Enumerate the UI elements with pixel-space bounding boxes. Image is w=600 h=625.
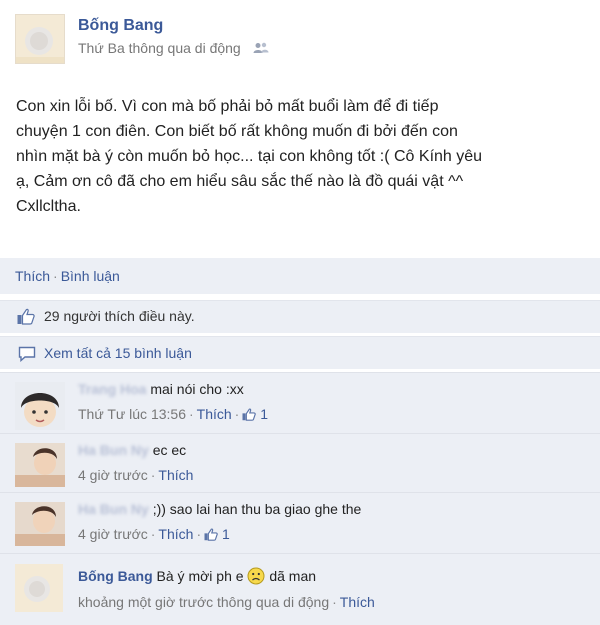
comment-text-suffix: dã man [269,568,317,584]
post-header: Bống Bang Thứ Ba thông qua di động [0,0,600,80]
post-timestamp[interactable]: Thứ Ba thông qua di động [78,40,241,56]
post-meta: Thứ Ba thông qua di động [78,40,269,57]
comment-time[interactable]: 4 giờ trước [78,467,148,483]
commenter-avatar[interactable] [15,502,65,546]
view-all-comments-link[interactable]: Xem tất cả 15 bình luận [44,345,192,361]
commenter-avatar[interactable] [15,382,65,430]
commenter-name[interactable]: Bống Bang [78,568,153,584]
friends-icon [253,41,269,57]
comment-item: Ha Bun Ny ;)) sao lai han thu ba giao gh… [0,492,600,553]
post-actions: Thích · Bình luận [0,258,600,294]
separator: · [196,526,202,542]
comment-item: Trang Hoa mai nói cho :xx Thứ Tư lúc 13:… [0,372,600,433]
avatar-image [16,15,64,63]
view-all-comments[interactable]: Xem tất cả 15 bình luận [0,336,600,369]
comment-item: Ha Bun Ny ec ec 4 giờ trước · Thích [0,433,600,492]
comment-icon [18,346,36,367]
avatar-image [15,443,65,487]
likes-summary: 29 người thích điều này. [0,300,600,333]
comment-text: ;)) sao lai han thu ba giao ghe the [152,501,362,517]
comment-like-link[interactable]: Thích [158,467,193,483]
facebook-post: Bống Bang Thứ Ba thông qua di động Con x… [0,0,600,625]
thumbs-up-icon [204,528,218,544]
comment-like-link[interactable]: Thích [197,406,232,422]
separator: · [150,526,156,542]
thumbs-up-icon [17,308,35,330]
likes-count-text[interactable]: 29 người thích điều này. [44,308,195,324]
comment-time[interactable]: Thứ Tư lúc 13:56 [78,406,186,422]
comment-text: ec ec [152,442,187,458]
comment-item: Bống Bang Bà ý mời ph e dã man khoảng mộ… [0,553,600,625]
commenter-name[interactable]: Ha Bun Ny [78,501,149,517]
thumbs-up-icon [242,408,257,424]
comment-text: Bà ý mời ph e [156,568,244,584]
separator: · [332,594,337,610]
separator: · [188,406,194,422]
author-name[interactable]: Bống Bang [78,17,163,35]
commenter-name[interactable]: Ha Bun Ny [78,442,149,458]
comment-link[interactable]: Bình luận [61,268,120,284]
comment-like-link[interactable]: Thích [340,594,375,610]
commenter-avatar[interactable] [15,443,65,487]
avatar-image [15,502,65,546]
author-avatar[interactable] [15,14,65,64]
comment-like-count[interactable]: 1 [222,526,230,542]
separator: · [234,406,240,422]
comment-time[interactable]: khoảng một giờ trước thông qua di động [78,594,329,610]
separator: · [150,467,156,483]
avatar-image [15,564,63,612]
comment-like-count[interactable]: 1 [260,406,268,422]
like-link[interactable]: Thích [15,268,50,284]
comment-like-link[interactable]: Thích [158,526,193,542]
avatar-image [15,382,65,430]
separator: · [53,268,58,284]
comment-text: mai nói cho :xx [150,381,244,397]
post-body: Con xin lỗi bố. Vì con mà bố phải bỏ mất… [16,98,483,215]
commenter-avatar[interactable] [15,564,63,612]
frown-emoticon-icon [247,567,265,588]
comment-time[interactable]: 4 giờ trước [78,526,148,542]
commenter-name[interactable]: Trang Hoa [78,381,146,397]
